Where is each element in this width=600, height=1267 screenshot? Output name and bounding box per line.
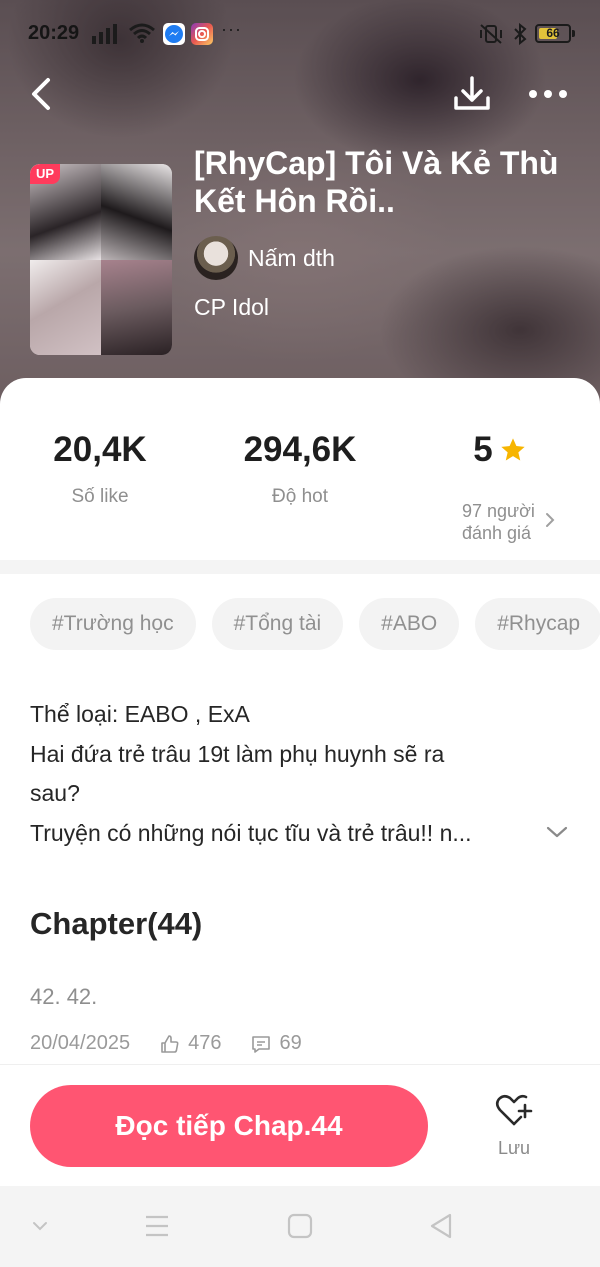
heart-plus-icon — [495, 1094, 533, 1126]
status-time: 20:29 — [28, 22, 80, 44]
rating-value: 5 — [473, 430, 493, 469]
chapter-meta: 20/04/2025 476 69 — [30, 1032, 570, 1055]
tag-tong-tai[interactable]: #Tổng tài — [211, 598, 344, 650]
likes-stat: 20,4K Số like — [0, 430, 200, 508]
cover-photo-2 — [101, 164, 172, 260]
more-notifications-icon: ··· — [221, 19, 242, 39]
bluetooth-icon — [514, 22, 527, 46]
tag-truong-hoc[interactable]: #Trường học — [30, 598, 196, 650]
rating-count-line1: 97 người — [462, 501, 535, 521]
battery-cap — [572, 30, 575, 37]
description-line: sau? — [30, 780, 80, 806]
tag-list: #Trường học #Tổng tài #ABO #Rhycap — [30, 598, 600, 650]
description-line: Thể loại: EABO , ExA — [30, 701, 250, 727]
chapter-date: 20/04/2025 — [30, 1032, 131, 1054]
chapter-comments: 69 — [279, 1032, 302, 1054]
vibrate-off-icon — [480, 24, 502, 44]
chapter-likes: 476 — [188, 1032, 222, 1054]
battery-level: 66 — [546, 26, 560, 40]
continue-reading-button[interactable]: Đọc tiếp Chap.44 — [30, 1085, 428, 1167]
back-nav-icon[interactable] — [428, 1212, 454, 1240]
author-avatar — [194, 236, 238, 280]
description-line: Hai đứa trẻ trâu 19t làm phụ huynh sẽ ra — [30, 740, 445, 767]
bottom-action-bar: Đọc tiếp Chap.44 Lưu — [0, 1064, 600, 1186]
chapter-list-heading[interactable]: Chapter(44) — [30, 906, 202, 942]
likes-value: 20,4K — [53, 430, 147, 469]
chapter-item[interactable]: 42. 42. 20/04/2025 476 69 — [30, 984, 570, 1055]
tag-rhycap[interactable]: #Rhycap — [475, 598, 600, 650]
update-badge: UP — [30, 164, 60, 184]
rating-count: 97 người đánh giá — [462, 500, 552, 544]
messenger-icon — [163, 23, 185, 45]
hot-label: Độ hot — [272, 486, 328, 507]
hot-stat: 294,6K Độ hot — [200, 430, 400, 508]
stats-row: 20,4K Số like 294,6K Độ hot 5 97 người đ… — [0, 430, 600, 550]
chevron-right-icon — [546, 513, 555, 527]
cover-photo-4 — [101, 259, 172, 355]
section-divider — [0, 560, 600, 574]
status-bar: 20:29 ··· 66 — [0, 0, 600, 66]
story-cover[interactable]: UP — [30, 164, 172, 355]
star-icon — [501, 438, 525, 461]
recent-apps-icon[interactable] — [144, 1212, 170, 1240]
chapter-title: 42. 42. — [30, 984, 98, 1009]
hide-nav-icon[interactable] — [30, 1212, 50, 1240]
rating-count-line2: đánh giá — [462, 523, 532, 543]
save-label: Lưu — [497, 1138, 531, 1158]
comment-icon — [252, 1035, 271, 1053]
back-button[interactable] — [22, 72, 62, 116]
likes-label: Số like — [71, 486, 129, 507]
home-icon[interactable] — [287, 1212, 313, 1240]
signal-icon — [92, 24, 117, 44]
tag-abo[interactable]: #ABO — [359, 598, 460, 650]
story-title: [RhyCap] Tôi Và Kẻ Thù Kết Hôn Rồi.. — [194, 145, 559, 219]
instagram-icon — [191, 23, 213, 45]
cover-photo-3 — [30, 259, 101, 355]
description-line: Truyện có những nói tục tĩu và trẻ trâu!… — [30, 819, 472, 846]
story-description: Thể loại: EABO , ExA Hai đứa trẻ trâu 19… — [30, 695, 550, 853]
system-navigation-bar — [0, 1186, 600, 1267]
author-name: Nấm dth — [248, 244, 335, 271]
download-button[interactable] — [452, 72, 492, 116]
author-link[interactable]: Nấm dth — [194, 236, 335, 280]
save-button[interactable]: Lưu — [480, 1091, 548, 1167]
battery-icon: 66 — [535, 24, 571, 43]
rating-line: 5 — [400, 430, 600, 470]
more-options-button[interactable] — [526, 76, 570, 112]
wifi-icon — [129, 23, 155, 43]
story-category: CP Idol — [194, 294, 270, 320]
hot-value: 294,6K — [243, 430, 357, 469]
rating-stat[interactable]: 5 97 người đánh giá — [400, 430, 600, 543]
thumbs-up-icon — [161, 1034, 179, 1053]
expand-description-button[interactable] — [544, 822, 570, 842]
